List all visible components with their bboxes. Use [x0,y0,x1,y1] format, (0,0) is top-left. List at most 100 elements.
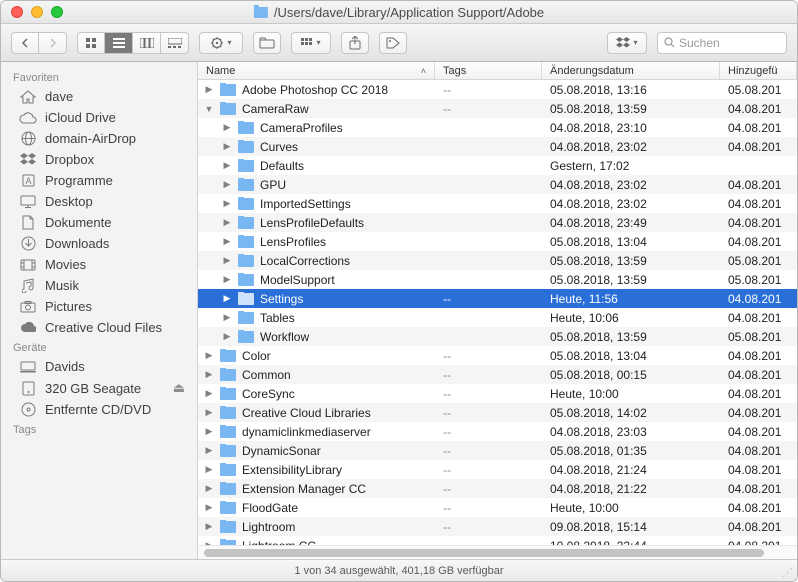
file-row[interactable]: ▶Adobe Photoshop CC 2018--05.08.2018, 13… [198,80,797,99]
file-row[interactable]: ▶FloodGate--Heute, 10:0004.08.201 [198,498,797,517]
column-view-button[interactable] [133,32,161,54]
sidebar-item-icloud-drive[interactable]: iCloud Drive [1,107,197,128]
disclosure-right-icon[interactable]: ▶ [204,426,214,437]
file-row[interactable]: ▶GPU04.08.2018, 23:0204.08.201 [198,175,797,194]
disclosure-right-icon[interactable]: ▶ [222,236,232,247]
file-row[interactable]: ▶ImportedSettings04.08.2018, 23:0204.08.… [198,194,797,213]
sidebar-item-domain-airdrop[interactable]: domain-AirDrop [1,128,197,149]
file-row[interactable]: ▶dynamiclinkmediaserver--04.08.2018, 23:… [198,422,797,441]
sidebar-item-dropbox[interactable]: Dropbox [1,149,197,170]
disclosure-right-icon[interactable]: ▶ [222,274,232,285]
horizontal-scrollbar[interactable] [198,545,797,559]
file-row[interactable]: ▶LocalCorrections05.08.2018, 13:5905.08.… [198,251,797,270]
sidebar-item-musik[interactable]: Musik [1,275,197,296]
sidebar-item-programme[interactable]: AProgramme [1,170,197,191]
eject-icon[interactable]: ⏏ [173,380,185,396]
disclosure-right-icon[interactable]: ▶ [204,350,214,361]
file-row[interactable]: ▶DefaultsGestern, 17:02 [198,156,797,175]
file-row[interactable]: ▶Settings--Heute, 11:5604.08.201 [198,289,797,308]
file-row[interactable]: ▶Lightroom CC--10.08.2018, 22:4404.08.20… [198,536,797,545]
disclosure-right-icon[interactable]: ▶ [222,331,232,342]
forward-button[interactable] [39,32,67,54]
zoom-button[interactable] [51,6,63,18]
sidebar-item-entfernte-cd/dvd[interactable]: Entfernte CD/DVD [1,399,197,420]
disclosure-right-icon[interactable]: ▶ [222,312,232,323]
folder-icon [238,141,254,153]
file-row[interactable]: ▶LensProfiles05.08.2018, 13:0404.08.201 [198,232,797,251]
arrange-button[interactable]: ▾ [199,32,243,54]
file-row[interactable]: ▶DynamicSonar--05.08.2018, 01:3504.08.20… [198,441,797,460]
disclosure-right-icon[interactable]: ▶ [222,122,232,133]
sidebar-item-label: Pictures [45,299,92,314]
disclosure-right-icon[interactable]: ▶ [204,464,214,475]
column-added[interactable]: Hinzugefü [720,62,797,79]
file-row[interactable]: ▶TablesHeute, 10:0604.08.201 [198,308,797,327]
file-row[interactable]: ▶Common--05.08.2018, 00:1504.08.201 [198,365,797,384]
file-row[interactable]: ▶Lightroom--09.08.2018, 15:1404.08.201 [198,517,797,536]
disclosure-right-icon[interactable]: ▶ [222,255,232,266]
file-date: Heute, 10:00 [542,501,720,515]
disclosure-right-icon[interactable]: ▶ [204,502,214,513]
disclosure-right-icon[interactable]: ▶ [204,84,214,95]
disclosure-right-icon[interactable]: ▶ [204,407,214,418]
share-button[interactable] [341,32,369,54]
back-button[interactable] [11,32,39,54]
gallery-view-button[interactable] [161,32,189,54]
disclosure-right-icon[interactable]: ▶ [222,198,232,209]
file-added: 05.08.201 [720,273,797,287]
file-row[interactable]: ▶LensProfileDefaults04.08.2018, 23:4904.… [198,213,797,232]
disclosure-right-icon[interactable]: ▶ [222,293,232,304]
file-row[interactable]: ▶Workflow05.08.2018, 13:5905.08.201 [198,327,797,346]
disclosure-right-icon[interactable]: ▶ [204,445,214,456]
sidebar-item-davids[interactable]: Davids [1,356,197,377]
file-row[interactable]: ▶Creative Cloud Libraries--05.08.2018, 1… [198,403,797,422]
globe-icon [19,131,37,146]
icon-view-button[interactable] [77,32,105,54]
file-row[interactable]: ▶CameraProfiles04.08.2018, 23:1004.08.20… [198,118,797,137]
sidebar-header: Tags [1,420,197,438]
file-row[interactable]: ▶Extension Manager CC--04.08.2018, 21:22… [198,479,797,498]
disclosure-right-icon[interactable]: ▶ [222,217,232,228]
file-row[interactable]: ▶CoreSync--Heute, 10:0004.08.201 [198,384,797,403]
disclosure-right-icon[interactable]: ▶ [222,179,232,190]
column-date[interactable]: Änderungsdatum [542,62,720,79]
file-row[interactable]: ▼CameraRaw--05.08.2018, 13:5904.08.201 [198,99,797,118]
sidebar-item-movies[interactable]: Movies [1,254,197,275]
list-view-button[interactable] [105,32,133,54]
disclosure-right-icon[interactable]: ▶ [204,483,214,494]
sidebar-item-downloads[interactable]: Downloads [1,233,197,254]
new-folder-button[interactable] [253,32,281,54]
sidebar-item-dokumente[interactable]: Dokumente [1,212,197,233]
file-name: CameraProfiles [260,121,343,135]
apps-icon: A [19,173,37,188]
disclosure-down-icon[interactable]: ▼ [204,104,214,114]
file-row[interactable]: ▶ExtensibilityLibrary--04.08.2018, 21:24… [198,460,797,479]
folder-icon [220,103,236,115]
sidebar-item-creative-cloud-files[interactable]: Creative Cloud Files [1,317,197,338]
disclosure-right-icon[interactable]: ▶ [204,369,214,380]
disclosure-right-icon[interactable]: ▶ [204,388,214,399]
disclosure-right-icon[interactable]: ▶ [222,141,232,152]
scroll-thumb[interactable] [204,549,764,557]
group-button[interactable]: ▾ [291,32,331,54]
file-added: 04.08.201 [720,482,797,496]
file-row[interactable]: ▶Color--05.08.2018, 13:0404.08.201 [198,346,797,365]
disclosure-right-icon[interactable]: ▶ [204,521,214,532]
disclosure-right-icon[interactable]: ▶ [222,160,232,171]
sidebar-item-pictures[interactable]: Pictures [1,296,197,317]
column-name[interactable]: Name˄ [198,62,435,79]
search-field[interactable]: Suchen [657,32,787,54]
resize-grip-icon[interactable]: ⋰ [782,566,793,579]
minimize-button[interactable] [31,6,43,18]
close-button[interactable] [11,6,23,18]
column-tags[interactable]: Tags [435,62,542,79]
file-date: 05.08.2018, 13:16 [542,83,720,97]
sidebar-item-desktop[interactable]: Desktop [1,191,197,212]
tags-button[interactable] [379,32,407,54]
dropbox-button[interactable]: ▾ [607,32,647,54]
search-icon [664,37,675,48]
sidebar-item-dave[interactable]: dave [1,86,197,107]
file-row[interactable]: ▶ModelSupport05.08.2018, 13:5905.08.201 [198,270,797,289]
sidebar-item-320-gb-seagate[interactable]: 320 GB Seagate⏏ [1,377,197,399]
file-row[interactable]: ▶Curves04.08.2018, 23:0204.08.201 [198,137,797,156]
